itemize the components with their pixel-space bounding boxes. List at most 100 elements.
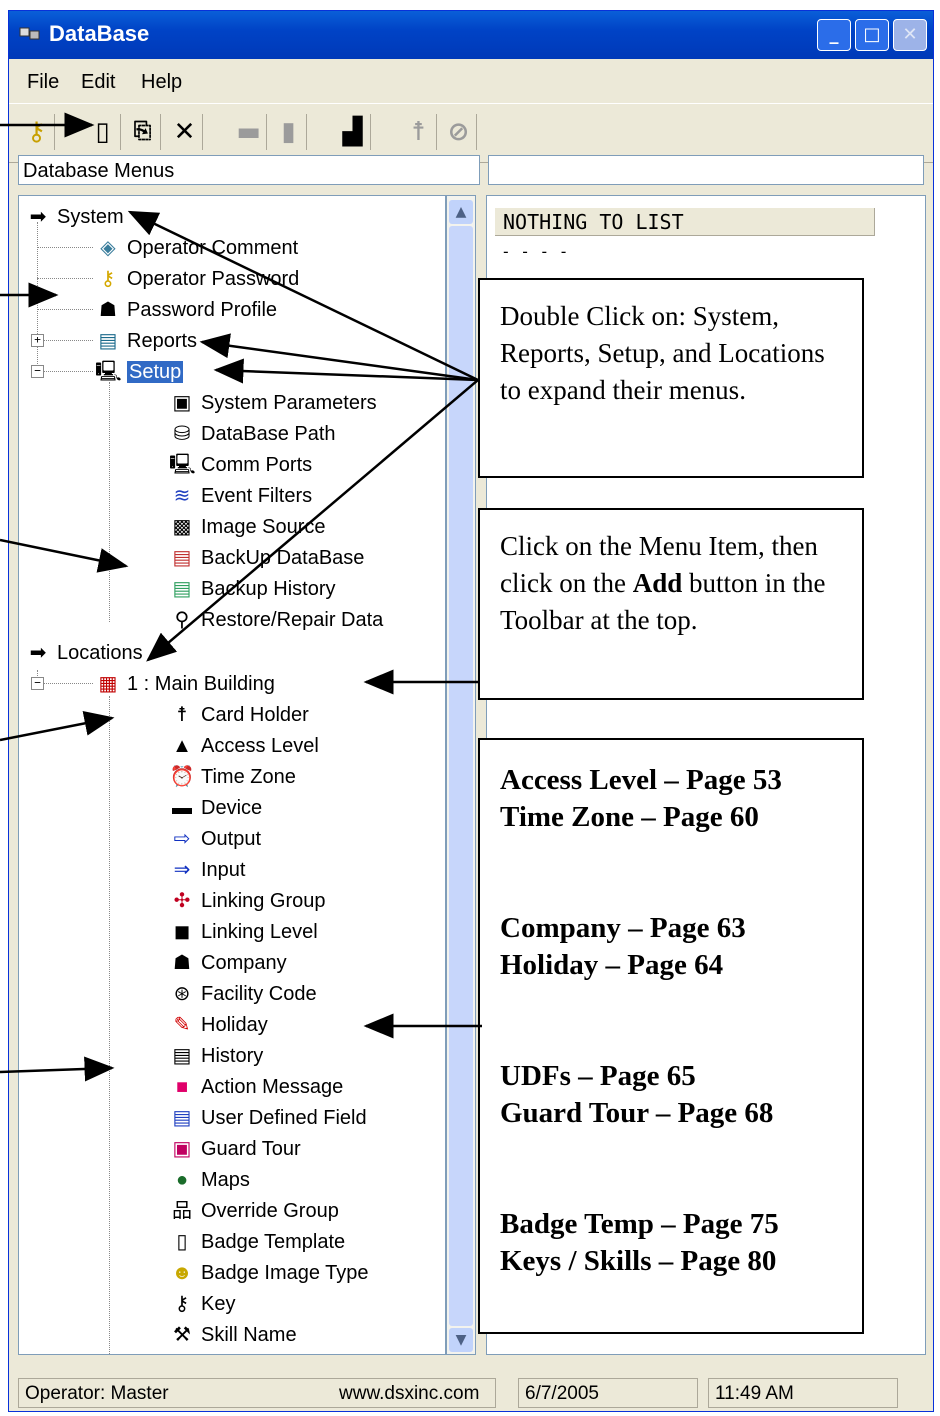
tree-item-reports[interactable]: ▤ Reports — [95, 326, 197, 356]
pyramid-icon: ▲ — [172, 735, 192, 757]
menu-bar: File Edit Help — [9, 61, 933, 101]
app-icon — [19, 27, 40, 40]
tree-item-backup-history[interactable]: ▤ Backup History — [169, 574, 336, 604]
tree-item-key[interactable]: ⚷ Key — [169, 1289, 236, 1319]
toolbar: ⚷ ▯ ⎘ ✕ ▬ ▮ ▟ ☨ ⊘ — [9, 103, 933, 163]
tree-item-facility-code[interactable]: ⊛ Facility Code — [169, 979, 317, 1009]
print-icon[interactable]: ▬ — [231, 114, 267, 150]
reports-icon: ▤ — [98, 330, 118, 352]
new-document-icon[interactable]: ▯ — [85, 114, 121, 150]
tree-item-linking-level[interactable]: ◼ Linking Level — [169, 917, 318, 947]
smiley-icon: ☻ — [171, 1262, 193, 1284]
tree-item-operator-password[interactable]: ⚷ Operator Password — [95, 264, 300, 294]
tree-item-holiday[interactable]: ✎ Holiday — [169, 1010, 268, 1040]
callout-pages: Access Level – Page 53 Time Zone – Page … — [478, 738, 864, 1334]
facility-code-icon: ⊛ — [173, 983, 191, 1005]
menu-file[interactable]: File — [27, 71, 59, 94]
tree-item-badge-image-type[interactable]: ☻ Badge Image Type — [169, 1258, 368, 1288]
tape-icon[interactable]: ▮ — [271, 114, 307, 150]
tree-item-event-filters[interactable]: ≋ Event Filters — [169, 481, 313, 511]
linking-level-icon: ◼ — [173, 921, 191, 943]
tree-item-user-defined-field[interactable]: ▤ User Defined Field — [169, 1103, 367, 1133]
collapse-setup-icon[interactable]: − — [31, 365, 44, 378]
tree-item-image-source[interactable]: ▩ Image Source — [169, 512, 326, 542]
filter-icon: ≋ — [173, 485, 191, 507]
company-icon: ☗ — [173, 952, 191, 974]
tree-item-setup[interactable]: 🖳 Setup — [95, 357, 184, 387]
person-icon[interactable]: ☨ — [401, 114, 437, 150]
computer-icon: 🖳 — [95, 361, 122, 383]
tree-item-locations[interactable]: ➡ Locations — [25, 638, 143, 668]
tree-item-database-path[interactable]: ⛁ DataBase Path — [169, 419, 336, 449]
scroll-down-icon[interactable]: ▼ — [449, 1328, 473, 1352]
badge-icon: ▯ — [176, 1231, 188, 1253]
tree-item-guard-tour[interactable]: ▣ Guard Tour — [169, 1134, 301, 1164]
tree-item-badge-template[interactable]: ▯ Badge Template — [169, 1227, 345, 1257]
key-icon[interactable]: ⚷ — [19, 114, 55, 150]
tree-item-restore-repair[interactable]: ⚲ Restore/Repair Data — [169, 605, 384, 635]
guard-tour-icon: ▣ — [172, 1138, 192, 1160]
key-icon: ⚷ — [174, 1293, 190, 1315]
menu-edit[interactable]: Edit — [81, 71, 115, 94]
path-icon: ⛁ — [173, 423, 191, 445]
tree-item-operator-comment[interactable]: ◈ Operator Comment — [95, 233, 298, 263]
tree-item-system[interactable]: ➡ System — [25, 202, 124, 232]
message-icon: ■ — [175, 1076, 189, 1098]
tree-item-time-zone[interactable]: ⏰ Time Zone — [169, 762, 296, 792]
arrow-right-icon: ➡ — [29, 206, 47, 228]
left-pane-header: Database Menus — [18, 155, 480, 185]
clock-icon: ⏰ — [169, 766, 195, 788]
network-icon: 品 — [172, 1200, 192, 1222]
building-icon: ▦ — [98, 673, 118, 695]
title-bar[interactable]: DataBase _ □ ✕ — [9, 11, 933, 59]
tree-item-override-group[interactable]: 品 Override Group — [169, 1196, 339, 1226]
wrench-icon: ⚲ — [174, 609, 190, 631]
status-operator-cell: Operator: Master www.dsxinc.com — [18, 1378, 496, 1408]
form-icon: ▤ — [172, 1107, 192, 1129]
expand-reports-icon[interactable]: + — [31, 334, 44, 347]
tree-item-access-level[interactable]: ▲ Access Level — [169, 731, 319, 761]
comm-ports-icon: 🖳 — [169, 454, 196, 476]
right-pane-header — [488, 155, 924, 185]
tree-item-main-building[interactable]: ▦ 1 : Main Building — [95, 669, 275, 699]
list-column-header[interactable]: NOTHING TO LIST — [495, 208, 875, 236]
tree-item-skill-name[interactable]: ⚒ Skill Name — [169, 1320, 297, 1350]
person-icon: ☨ — [176, 704, 188, 726]
tree-item-history[interactable]: ▤ History — [169, 1041, 264, 1071]
scroll-up-icon[interactable]: ▲ — [449, 200, 473, 224]
status-website: www.dsxinc.com — [339, 1383, 480, 1404]
tree-item-company[interactable]: ☗ Company — [169, 948, 287, 978]
menu-help[interactable]: Help — [141, 71, 182, 94]
cabinet-icon: ▤ — [172, 1045, 192, 1067]
tree-item-input[interactable]: ⇒ Input — [169, 855, 246, 885]
tree-item-system-parameters[interactable]: ▣ System Parameters — [169, 388, 377, 418]
tree-item-password-profile[interactable]: ☗ Password Profile — [95, 295, 277, 325]
collapse-building-icon[interactable]: − — [31, 677, 44, 690]
copy-icon[interactable]: ⎘ — [125, 114, 161, 150]
tree-item-card-holder[interactable]: ☨ Card Holder — [169, 700, 309, 730]
comment-icon: ◈ — [100, 237, 116, 259]
hammer-icon: ⚒ — [173, 1324, 191, 1346]
chart-icon[interactable]: ▟ — [335, 114, 371, 150]
status-bar: Operator: Master www.dsxinc.com 6/7/2005… — [18, 1374, 926, 1412]
tree-item-action-message[interactable]: ■ Action Message — [169, 1072, 343, 1102]
database-tree[interactable]: ➡ System ◈ Operator Comment ⚷ Operator Pass… — [18, 195, 446, 1355]
input-icon: ⇒ — [173, 859, 191, 881]
linking-group-icon: ✣ — [173, 890, 191, 912]
tree-item-maps[interactable]: ● Maps — [169, 1165, 250, 1195]
delete-icon[interactable]: ✕ — [167, 114, 203, 150]
close-button[interactable]: ✕ — [893, 19, 927, 51]
tree-item-output[interactable]: ⇨ Output — [169, 824, 261, 854]
tree-scrollbar[interactable]: ▲ ▼ — [446, 195, 476, 1355]
person-cancel-icon[interactable]: ⊘ — [441, 114, 477, 150]
tree-item-comm-ports[interactable]: 🖳 Comm Ports — [169, 450, 312, 480]
minimize-button[interactable]: _ — [817, 19, 851, 51]
status-time: 11:49 AM — [708, 1378, 898, 1408]
profile-icon: ☗ — [99, 299, 117, 321]
scroll-thumb[interactable] — [449, 226, 473, 1326]
tree-item-linking-group[interactable]: ✣ Linking Group — [169, 886, 326, 916]
status-date: 6/7/2005 — [518, 1378, 698, 1408]
tree-item-backup-database[interactable]: ▤ BackUp DataBase — [169, 543, 365, 573]
maximize-button[interactable]: □ — [855, 19, 889, 51]
tree-item-device[interactable]: ▬ Device — [169, 793, 262, 823]
